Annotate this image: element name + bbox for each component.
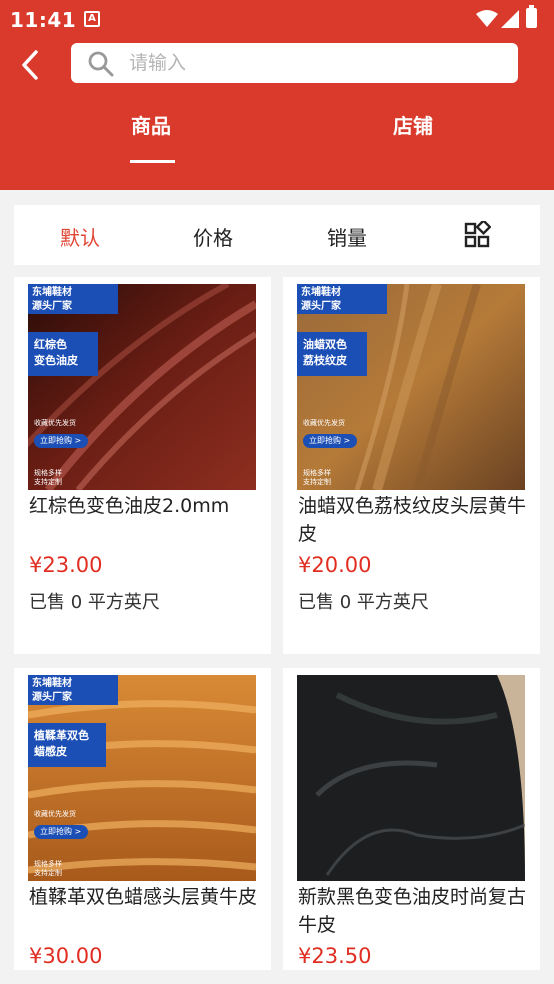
search-box[interactable] <box>71 43 518 83</box>
product-price: ¥23.00 <box>29 553 103 577</box>
leather-photo <box>28 284 256 490</box>
image-pill: 立即抢购 > <box>34 825 88 839</box>
sold-unit: 平方英尺 <box>356 592 429 613</box>
image-fine-print: 收藏优先发货 <box>303 419 345 427</box>
image-banner-text: 东埔鞋材 源头厂家 <box>32 678 72 703</box>
app-header: 11:41 A 商品 店铺 <box>0 0 554 190</box>
product-card[interactable]: 东埔鞋材 源头厂家 油蜡双色 荔枝纹皮 收藏优先发货 立即抢购 > 规格多样 支… <box>283 277 540 654</box>
search-icon <box>88 51 114 77</box>
chevron-left-icon <box>22 50 38 80</box>
image-badge-text: 植鞣革双色 蜡感皮 <box>34 729 89 758</box>
product-image: 东埔鞋材 源头厂家 植鞣革双色 蜡感皮 收藏优先发货 立即抢购 > 规格多样 支… <box>28 675 256 881</box>
image-pill: 立即抢购 > <box>303 434 357 448</box>
battery-icon <box>526 5 537 28</box>
sold-count: 0 <box>70 592 83 613</box>
image-fine-print: 规格多样 支持定制 <box>34 860 62 877</box>
sort-price[interactable]: 价格 <box>193 222 233 251</box>
back-button[interactable] <box>16 48 46 82</box>
product-image: 东埔鞋材 源头厂家 红棕色 变色油皮 收藏优先发货 立即抢购 > 规格多样 支持… <box>28 284 256 490</box>
product-image <box>297 675 525 881</box>
product-title: 植鞣革双色蜡感头层黄牛皮 <box>29 886 258 908</box>
image-banner-text: 东埔鞋材 源头厂家 <box>301 287 341 312</box>
sold-prefix: 已售 <box>29 592 65 613</box>
image-badge: 油蜡双色 荔枝纹皮 <box>297 332 367 376</box>
search-input[interactable] <box>129 43 509 83</box>
product-price: ¥23.50 <box>298 944 372 968</box>
image-fine-print: 收藏优先发货 <box>34 810 76 818</box>
sort-default[interactable]: 默认 <box>60 222 100 251</box>
product-card[interactable]: 东埔鞋材 源头厂家 红棕色 变色油皮 收藏优先发货 立即抢购 > 规格多样 支持… <box>14 277 271 654</box>
sold-prefix: 已售 <box>298 592 334 613</box>
tab-active-indicator <box>130 160 175 163</box>
image-badge: 红棕色 变色油皮 <box>28 332 98 376</box>
sold-unit: 平方英尺 <box>87 592 160 613</box>
image-badge-text: 红棕色 变色油皮 <box>34 338 78 367</box>
sort-bar: 默认 价格 销量 <box>14 205 540 265</box>
image-badge-text: 油蜡双色 荔枝纹皮 <box>303 338 347 367</box>
grid-layout-icon[interactable] <box>463 221 491 249</box>
leather-photo <box>297 284 525 490</box>
product-price: ¥20.00 <box>298 553 372 577</box>
leather-photo <box>28 675 256 881</box>
product-price: ¥30.00 <box>29 944 103 968</box>
sort-sales[interactable]: 销量 <box>327 222 367 251</box>
image-banner: 东埔鞋材 源头厂家 <box>28 284 118 314</box>
sold-count: 0 <box>339 592 352 613</box>
signal-icon <box>501 10 519 28</box>
tab-products[interactable]: 商品 <box>131 110 171 139</box>
status-time: 11:41 <box>10 8 77 32</box>
image-banner: 东埔鞋材 源头厂家 <box>28 675 118 705</box>
product-image: 东埔鞋材 源头厂家 油蜡双色 荔枝纹皮 收藏优先发货 立即抢购 > 规格多样 支… <box>297 284 525 490</box>
image-fine-print: 收藏优先发货 <box>34 419 76 427</box>
tab-shops[interactable]: 店铺 <box>393 110 433 139</box>
image-fine-print: 规格多样 支持定制 <box>34 469 62 486</box>
image-banner: 东埔鞋材 源头厂家 <box>297 284 387 314</box>
image-fine-print: 规格多样 支持定制 <box>303 469 331 486</box>
status-bar: 11:41 A <box>0 0 554 38</box>
image-pill: 立即抢购 > <box>34 434 88 448</box>
notification-icon: A <box>84 11 100 27</box>
image-badge: 植鞣革双色 蜡感皮 <box>28 723 106 767</box>
product-sold: 已售 0 平方英尺 <box>29 588 160 614</box>
wifi-icon <box>476 10 498 27</box>
leather-photo <box>297 675 525 881</box>
product-card[interactable]: 新款黑色变色油皮时尚复古牛皮 ¥23.50 <box>283 668 540 970</box>
image-banner-text: 东埔鞋材 源头厂家 <box>32 287 72 312</box>
product-sold: 已售 0 平方英尺 <box>298 588 429 614</box>
product-card[interactable]: 东埔鞋材 源头厂家 植鞣革双色 蜡感皮 收藏优先发货 立即抢购 > 规格多样 支… <box>14 668 271 970</box>
product-title: 油蜡双色荔枝纹皮头层黄牛皮 <box>298 495 527 545</box>
product-title: 红棕色变色油皮2.0mm <box>29 495 230 517</box>
product-title: 新款黑色变色油皮时尚复古牛皮 <box>298 886 527 936</box>
